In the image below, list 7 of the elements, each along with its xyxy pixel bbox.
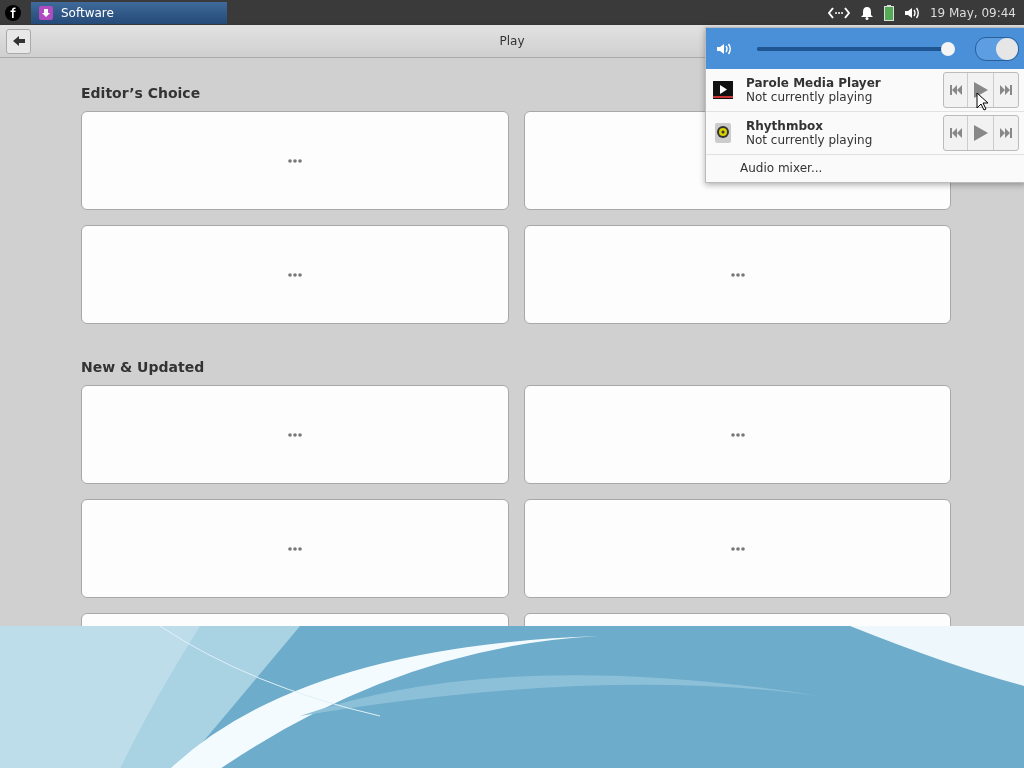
- section-title: Editor’s Choice: [81, 85, 201, 101]
- window-title: Play: [499, 34, 525, 48]
- player-status: Not currently playing: [746, 133, 874, 147]
- player-name: Rhythmbox: [746, 119, 824, 133]
- section-title: New & Updated: [81, 359, 205, 375]
- player-name: Parole Media Player: [746, 76, 882, 90]
- player-status: Not currently playing: [746, 90, 874, 104]
